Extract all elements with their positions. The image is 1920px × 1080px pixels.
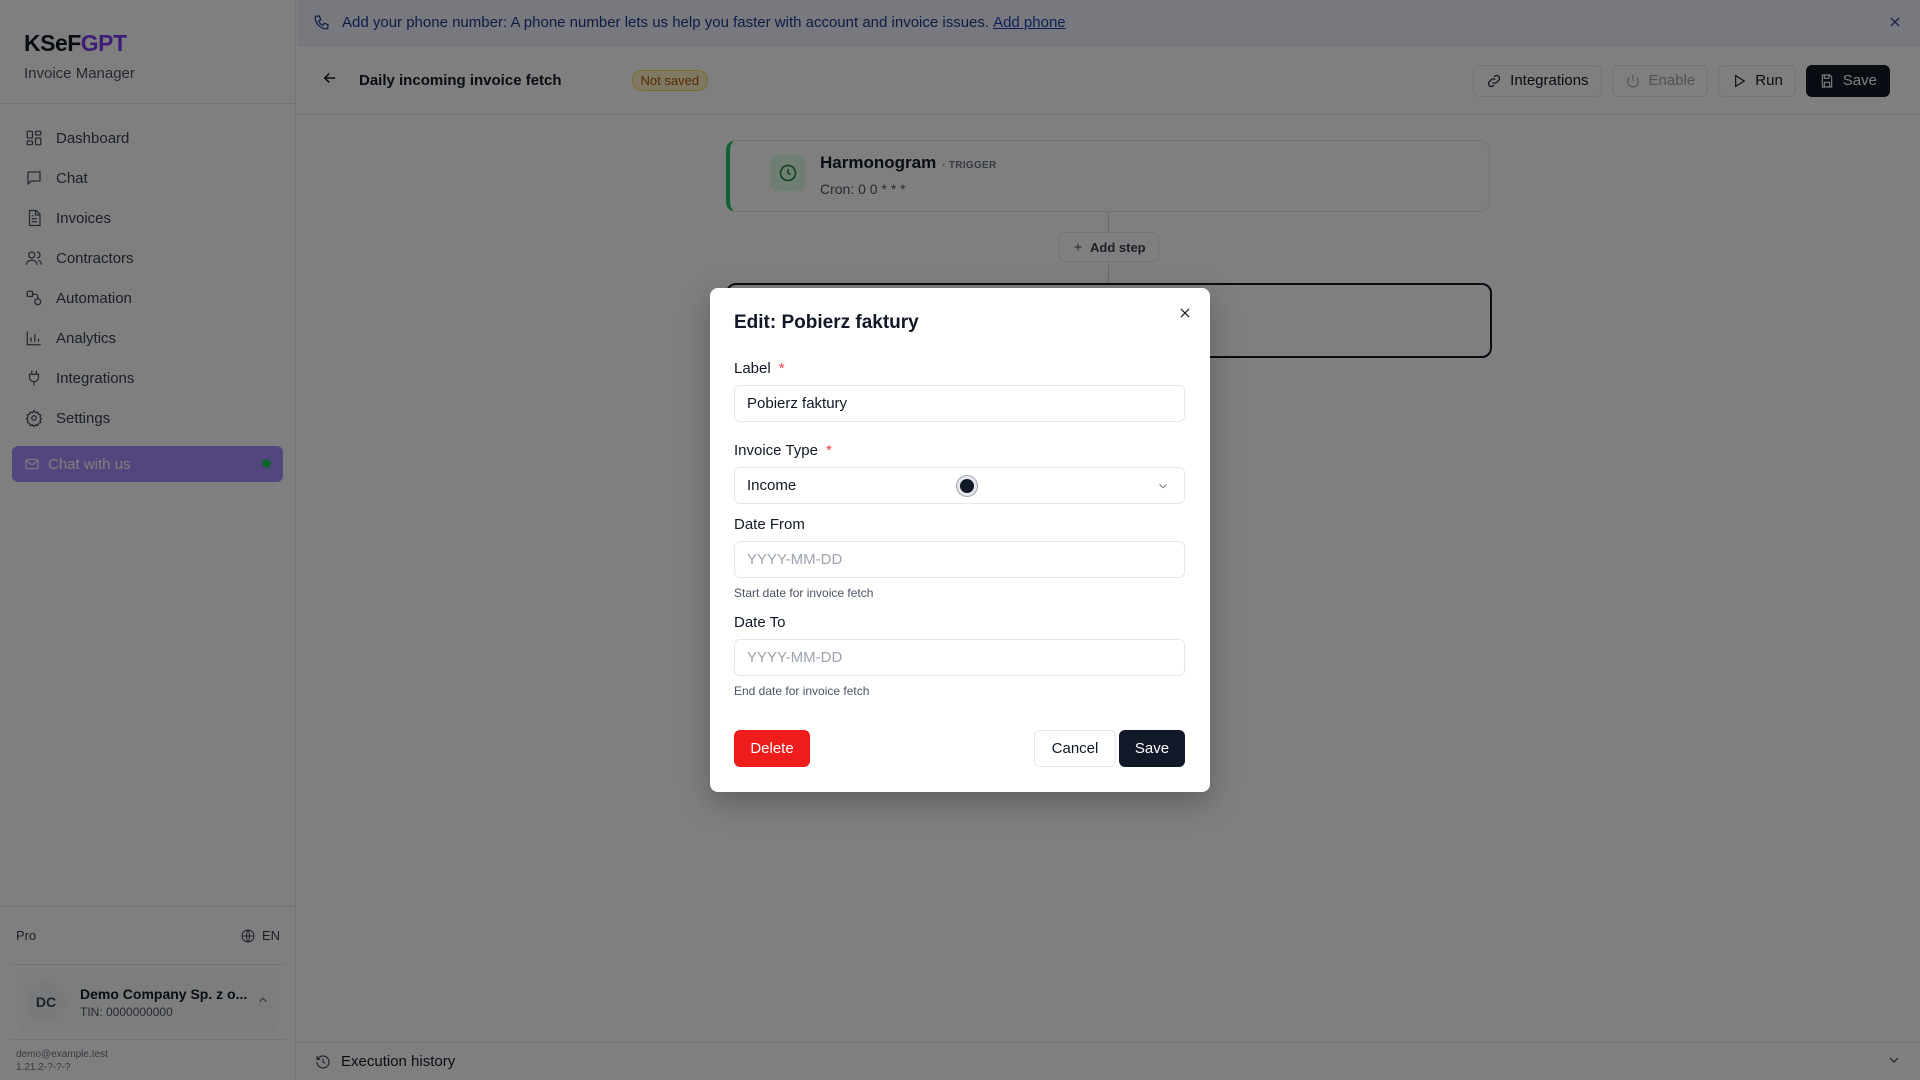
date-to-input[interactable]: YYYY-MM-DD [734,639,1185,676]
date-to-field: Date To YYYY-MM-DD End date for invoice … [734,614,1185,698]
invoice-type-value: Income [747,477,797,494]
required-marker: * [825,442,832,459]
date-to-help: End date for invoice fetch [734,684,870,698]
dialog-title: Edit: Pobierz faktury [734,312,919,333]
invoice-type-label-text: Invoice Type [734,442,818,459]
invoice-type-select[interactable]: Income [734,467,1185,504]
dialog-close-button[interactable] [1178,306,1192,325]
cancel-button[interactable]: Cancel [1034,730,1116,767]
label-field: Label * Pobierz faktury [734,360,1185,422]
invoice-type-label: Invoice Type * [734,442,1185,459]
close-icon [1180,308,1190,318]
required-marker: * [778,360,785,377]
label-input[interactable]: Pobierz faktury [734,385,1185,422]
date-from-field: Date From YYYY-MM-DD Start date for invo… [734,516,1185,600]
date-from-help: Start date for invoice fetch [734,586,874,600]
chevron-down-icon [1156,479,1170,497]
date-from-label: Date From [734,516,805,533]
dialog-save-button[interactable]: Save [1119,730,1185,767]
delete-button[interactable]: Delete [734,730,810,767]
invoice-type-field: Invoice Type * Income [734,442,1185,504]
date-from-input[interactable]: YYYY-MM-DD [734,541,1185,578]
label-field-label: Label * [734,360,1185,377]
mouse-cursor [957,476,977,496]
label-field-label-text: Label [734,360,771,377]
date-to-label: Date To [734,614,786,631]
edit-step-dialog: Edit: Pobierz faktury Label * Pobierz fak… [710,288,1210,792]
